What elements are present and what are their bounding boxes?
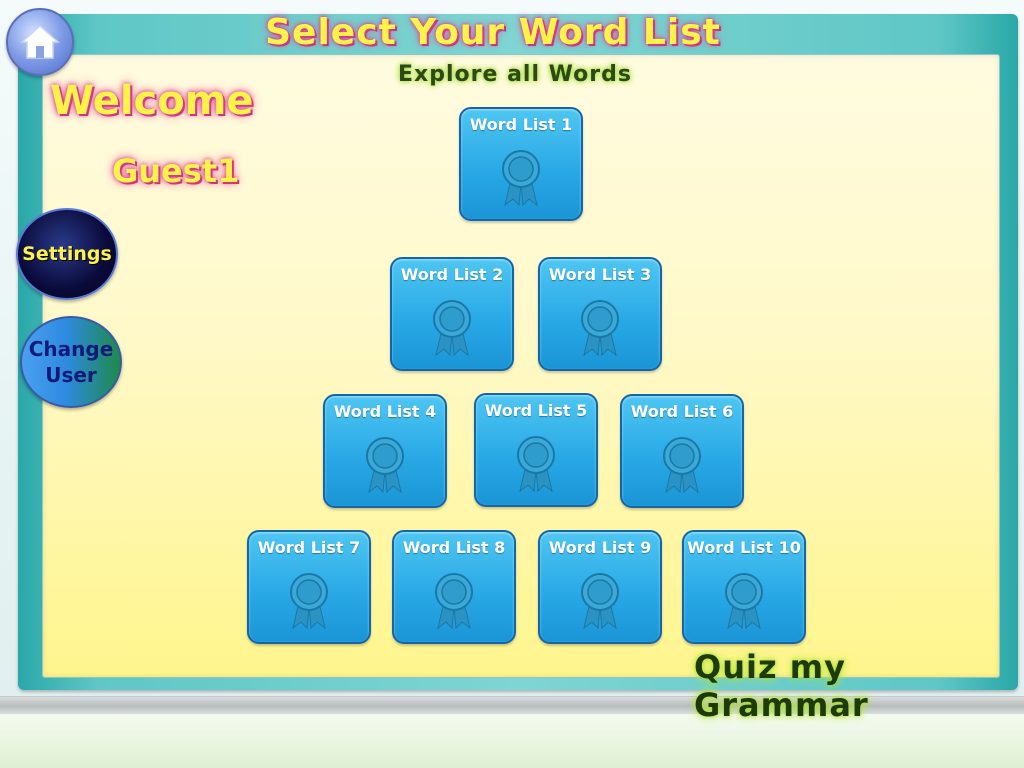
ribbon-award-icon [366, 437, 404, 493]
tile-label: Word List 4 [333, 402, 437, 421]
ribbon-award-icon [435, 573, 473, 629]
word-list-tile-4[interactable]: Word List 4 [323, 394, 447, 508]
word-list-tile-1[interactable]: Word List 1 [459, 107, 583, 221]
word-list-tile-10[interactable]: Word List 10 [682, 530, 806, 644]
tile-label: Word List 9 [548, 538, 652, 557]
tile-label: Word List 1 [469, 115, 573, 134]
page-title: Select Your Word List [265, 12, 721, 53]
settings-button[interactable]: Settings [16, 208, 118, 300]
change-user-button[interactable]: Change User [20, 316, 122, 408]
home-button[interactable] [6, 8, 74, 76]
ribbon-award-icon [433, 300, 471, 356]
ribbon-award-icon [290, 573, 328, 629]
settings-label: Settings [22, 243, 112, 265]
welcome-text: Welcome [50, 78, 254, 124]
word-list-tile-9[interactable]: Word List 9 [538, 530, 662, 644]
ribbon-award-icon [663, 437, 701, 493]
word-list-tile-3[interactable]: Word List 3 [538, 257, 662, 371]
change-user-label: Change User [28, 337, 114, 387]
tile-label: Word List 5 [484, 401, 588, 420]
user-name: Guest1 [112, 152, 240, 190]
word-list-tile-6[interactable]: Word List 6 [620, 394, 744, 508]
page-subtitle: Explore all Words [398, 62, 632, 87]
word-list-tile-2[interactable]: Word List 2 [390, 257, 514, 371]
home-icon [20, 24, 60, 59]
ribbon-award-icon [502, 150, 540, 206]
tile-label: Word List 2 [400, 265, 504, 284]
ribbon-award-icon [725, 573, 763, 629]
brand-logo-text: Quiz my Grammar [694, 648, 869, 724]
word-list-tile-8[interactable]: Word List 8 [392, 530, 516, 644]
ribbon-award-icon [581, 573, 619, 629]
ribbon-award-icon [581, 300, 619, 356]
tile-label: Word List 7 [257, 538, 361, 557]
tile-label: Word List 8 [402, 538, 506, 557]
ribbon-award-icon [517, 436, 555, 492]
word-list-tile-7[interactable]: Word List 7 [247, 530, 371, 644]
word-list-tile-5[interactable]: Word List 5 [474, 393, 598, 507]
tile-label: Word List 10 [687, 538, 801, 557]
tile-label: Word List 6 [630, 402, 734, 421]
tile-label: Word List 3 [548, 265, 652, 284]
